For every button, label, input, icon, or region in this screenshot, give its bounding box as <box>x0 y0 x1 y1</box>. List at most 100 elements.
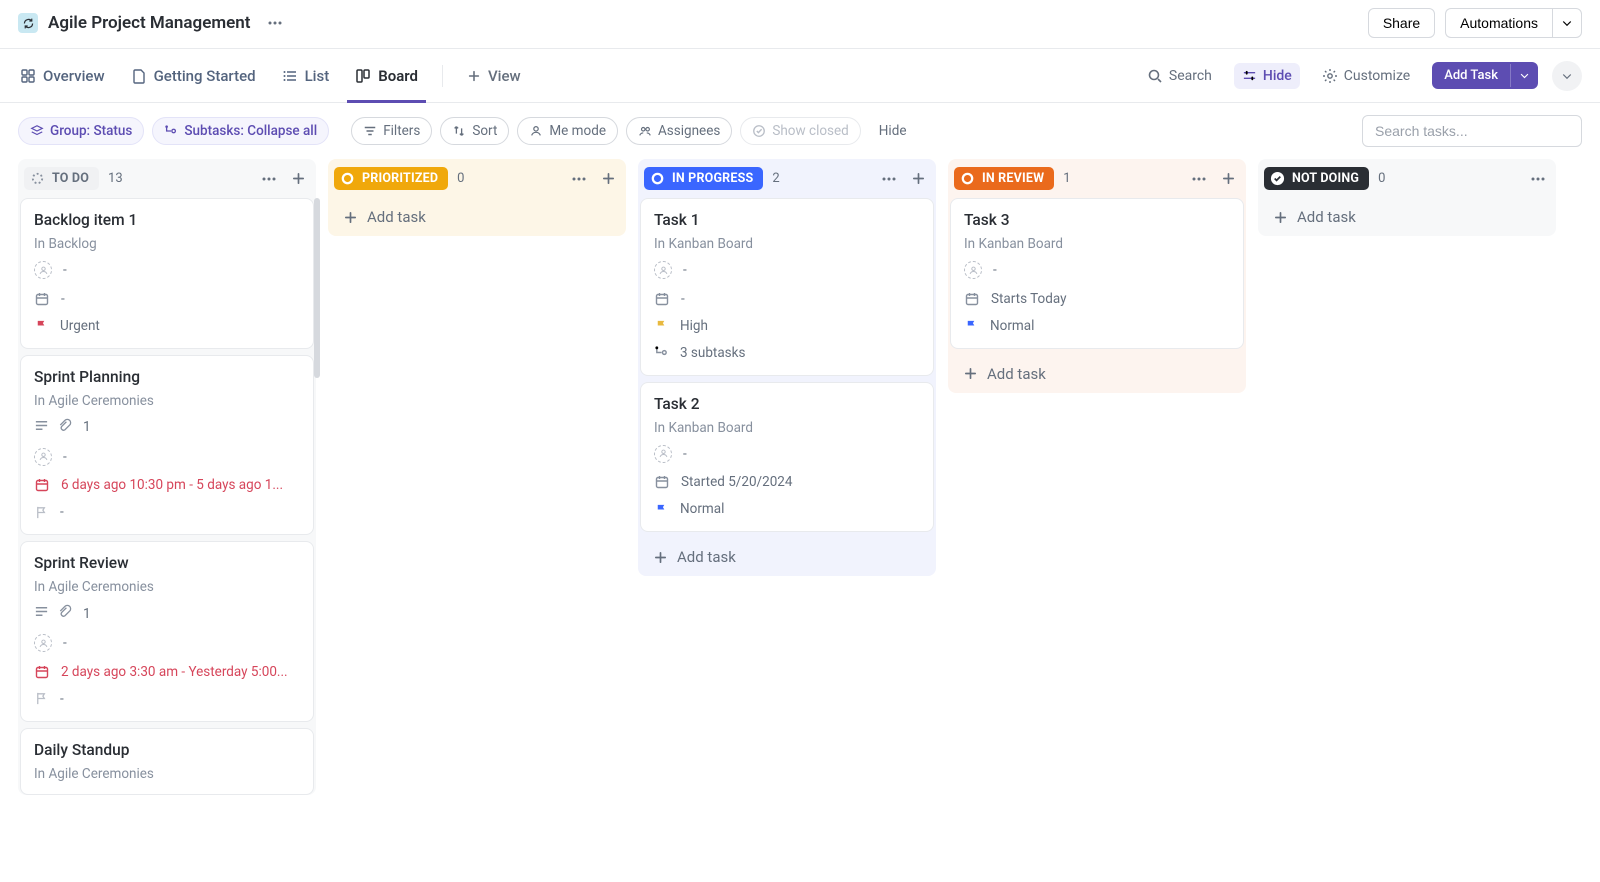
tab-board-label: Board <box>378 67 418 85</box>
column-header: PRIORITIZED 0 <box>328 159 626 198</box>
chip-group[interactable]: Group: Status <box>18 117 144 145</box>
column-header-left: PRIORITIZED 0 <box>334 167 464 190</box>
chip-filters[interactable]: Filters <box>351 117 432 145</box>
task-meta-row: - <box>654 443 920 466</box>
tab-overview[interactable]: Overview <box>18 49 107 102</box>
expand-button[interactable] <box>1552 61 1582 91</box>
divider <box>442 65 443 87</box>
tab-board[interactable]: Board <box>353 49 420 102</box>
column-header-left: IN REVIEW 1 <box>954 167 1071 190</box>
person-icon <box>964 261 982 280</box>
task-meta-text: - <box>683 446 687 462</box>
tab-list[interactable]: List <box>280 49 332 102</box>
calendar-icon <box>34 664 50 680</box>
column-count: 2 <box>772 171 779 186</box>
status-pill[interactable]: NOT DOING <box>1264 167 1369 190</box>
task-card[interactable]: Daily Standup In Agile Ceremonies <box>20 728 314 795</box>
automations-button[interactable]: Automations <box>1445 8 1552 38</box>
task-meta-text: Urgent <box>60 318 100 334</box>
more-icon[interactable] <box>261 11 289 35</box>
task-meta-text: - <box>63 449 67 465</box>
task-title: Task 1 <box>654 211 920 229</box>
task-card[interactable]: Sprint Review In Agile Ceremonies 1-2 da… <box>20 541 314 722</box>
chip-group-label: Group: Status <box>50 123 132 139</box>
calendar-icon <box>654 474 670 490</box>
task-title: Sprint Planning <box>34 368 300 386</box>
search-tasks-input[interactable] <box>1362 115 1582 147</box>
column-more-icon[interactable] <box>1189 169 1209 189</box>
task-meta-text: - <box>60 504 64 520</box>
topbar-left: Agile Project Management <box>18 11 289 35</box>
docattach-icon <box>34 604 72 623</box>
column-header-left: IN PROGRESS 2 <box>644 167 780 190</box>
task-card[interactable]: Sprint Planning In Agile Ceremonies 1-6 … <box>20 355 314 536</box>
add-view-button[interactable]: View <box>465 49 523 102</box>
column-more-icon[interactable] <box>569 169 589 189</box>
status-pill[interactable]: IN PROGRESS <box>644 167 763 190</box>
status-pill[interactable]: PRIORITIZED <box>334 167 448 190</box>
status-name: PRIORITIZED <box>362 171 438 186</box>
status-pill[interactable]: IN REVIEW <box>954 167 1054 190</box>
board: TO DO 13 Backlog item 1 In Backlog --Urg… <box>0 159 1600 813</box>
tab-getting-started[interactable]: Getting Started <box>129 49 258 102</box>
column-actions <box>1528 169 1548 189</box>
task-card[interactable]: Backlog item 1 In Backlog --Urgent <box>20 198 314 349</box>
task-card[interactable]: Task 1 In Kanban Board --High3 subtasks <box>640 198 934 376</box>
chip-subtasks[interactable]: Subtasks: Collapse all <box>152 117 329 145</box>
task-location: In Agile Ceremonies <box>34 766 300 782</box>
task-meta-text: - <box>63 635 67 651</box>
calendar-icon <box>654 291 670 307</box>
task-title: Backlog item 1 <box>34 211 300 229</box>
column-more-icon[interactable] <box>1528 169 1548 189</box>
task-meta-text: - <box>63 262 67 278</box>
chip-me-mode-label: Me mode <box>549 123 606 139</box>
add-task-row[interactable]: Add task <box>1260 198 1554 236</box>
chip-sort[interactable]: Sort <box>440 117 509 145</box>
add-task-row[interactable]: Add task <box>640 538 934 576</box>
column-count: 13 <box>108 171 123 186</box>
column-add-icon[interactable] <box>289 169 308 188</box>
chip-assignees-label: Assignees <box>658 123 720 139</box>
task-card[interactable]: Task 3 In Kanban Board -Starts TodayNorm… <box>950 198 1244 349</box>
status-name: TO DO <box>52 171 89 186</box>
add-task-dropdown[interactable] <box>1510 64 1538 87</box>
add-task-row[interactable]: Add task <box>330 198 624 236</box>
calendar-icon <box>964 291 980 307</box>
flag-icon <box>34 318 49 333</box>
viewbar: Overview Getting Started List Board View… <box>0 49 1600 103</box>
hide-button[interactable]: Hide <box>1234 63 1300 89</box>
add-task-row[interactable]: Add task <box>950 355 1244 393</box>
column-more-icon[interactable] <box>879 169 899 189</box>
task-meta-text: Normal <box>680 501 724 517</box>
chip-show-closed[interactable]: Show closed <box>740 117 860 145</box>
share-button[interactable]: Share <box>1368 8 1435 38</box>
task-card[interactable]: Task 2 In Kanban Board -Started 5/20/202… <box>640 382 934 533</box>
status-pill[interactable]: TO DO <box>24 167 99 190</box>
column-add-icon[interactable] <box>909 169 928 188</box>
search-tasks-field[interactable] <box>1373 122 1571 140</box>
column-body: Task 3 In Kanban Board -Starts TodayNorm… <box>948 198 1246 393</box>
column-in_review: IN REVIEW 1 Task 3 In Kanban Board -Star… <box>948 159 1246 393</box>
column-not_doing: NOT DOING 0 Add task <box>1258 159 1556 236</box>
column-add-icon[interactable] <box>599 169 618 188</box>
scrollbar[interactable] <box>314 198 320 378</box>
chip-assignees[interactable]: Assignees <box>626 117 732 145</box>
add-task-primary: Add Task <box>1432 62 1538 89</box>
automations-dropdown[interactable] <box>1552 8 1582 38</box>
task-meta-row: - <box>34 259 300 282</box>
add-task-label: Add task <box>367 208 426 226</box>
search-button[interactable]: Search <box>1139 63 1220 89</box>
column-add-icon[interactable] <box>1219 169 1238 188</box>
add-task-label: Add task <box>987 365 1046 383</box>
task-meta-row: Urgent <box>34 316 300 336</box>
customize-button[interactable]: Customize <box>1314 63 1418 89</box>
task-meta-text: - <box>681 291 685 307</box>
add-task-button[interactable]: Add Task <box>1432 62 1510 89</box>
column-body: Task 1 In Kanban Board --High3 subtasks … <box>638 198 936 576</box>
status-name: IN REVIEW <box>982 171 1044 186</box>
hide-filters-link[interactable]: Hide <box>869 118 917 144</box>
task-location: In Kanban Board <box>654 236 920 252</box>
task-meta-row: - <box>34 446 300 469</box>
chip-me-mode[interactable]: Me mode <box>517 117 618 145</box>
column-more-icon[interactable] <box>259 169 279 189</box>
